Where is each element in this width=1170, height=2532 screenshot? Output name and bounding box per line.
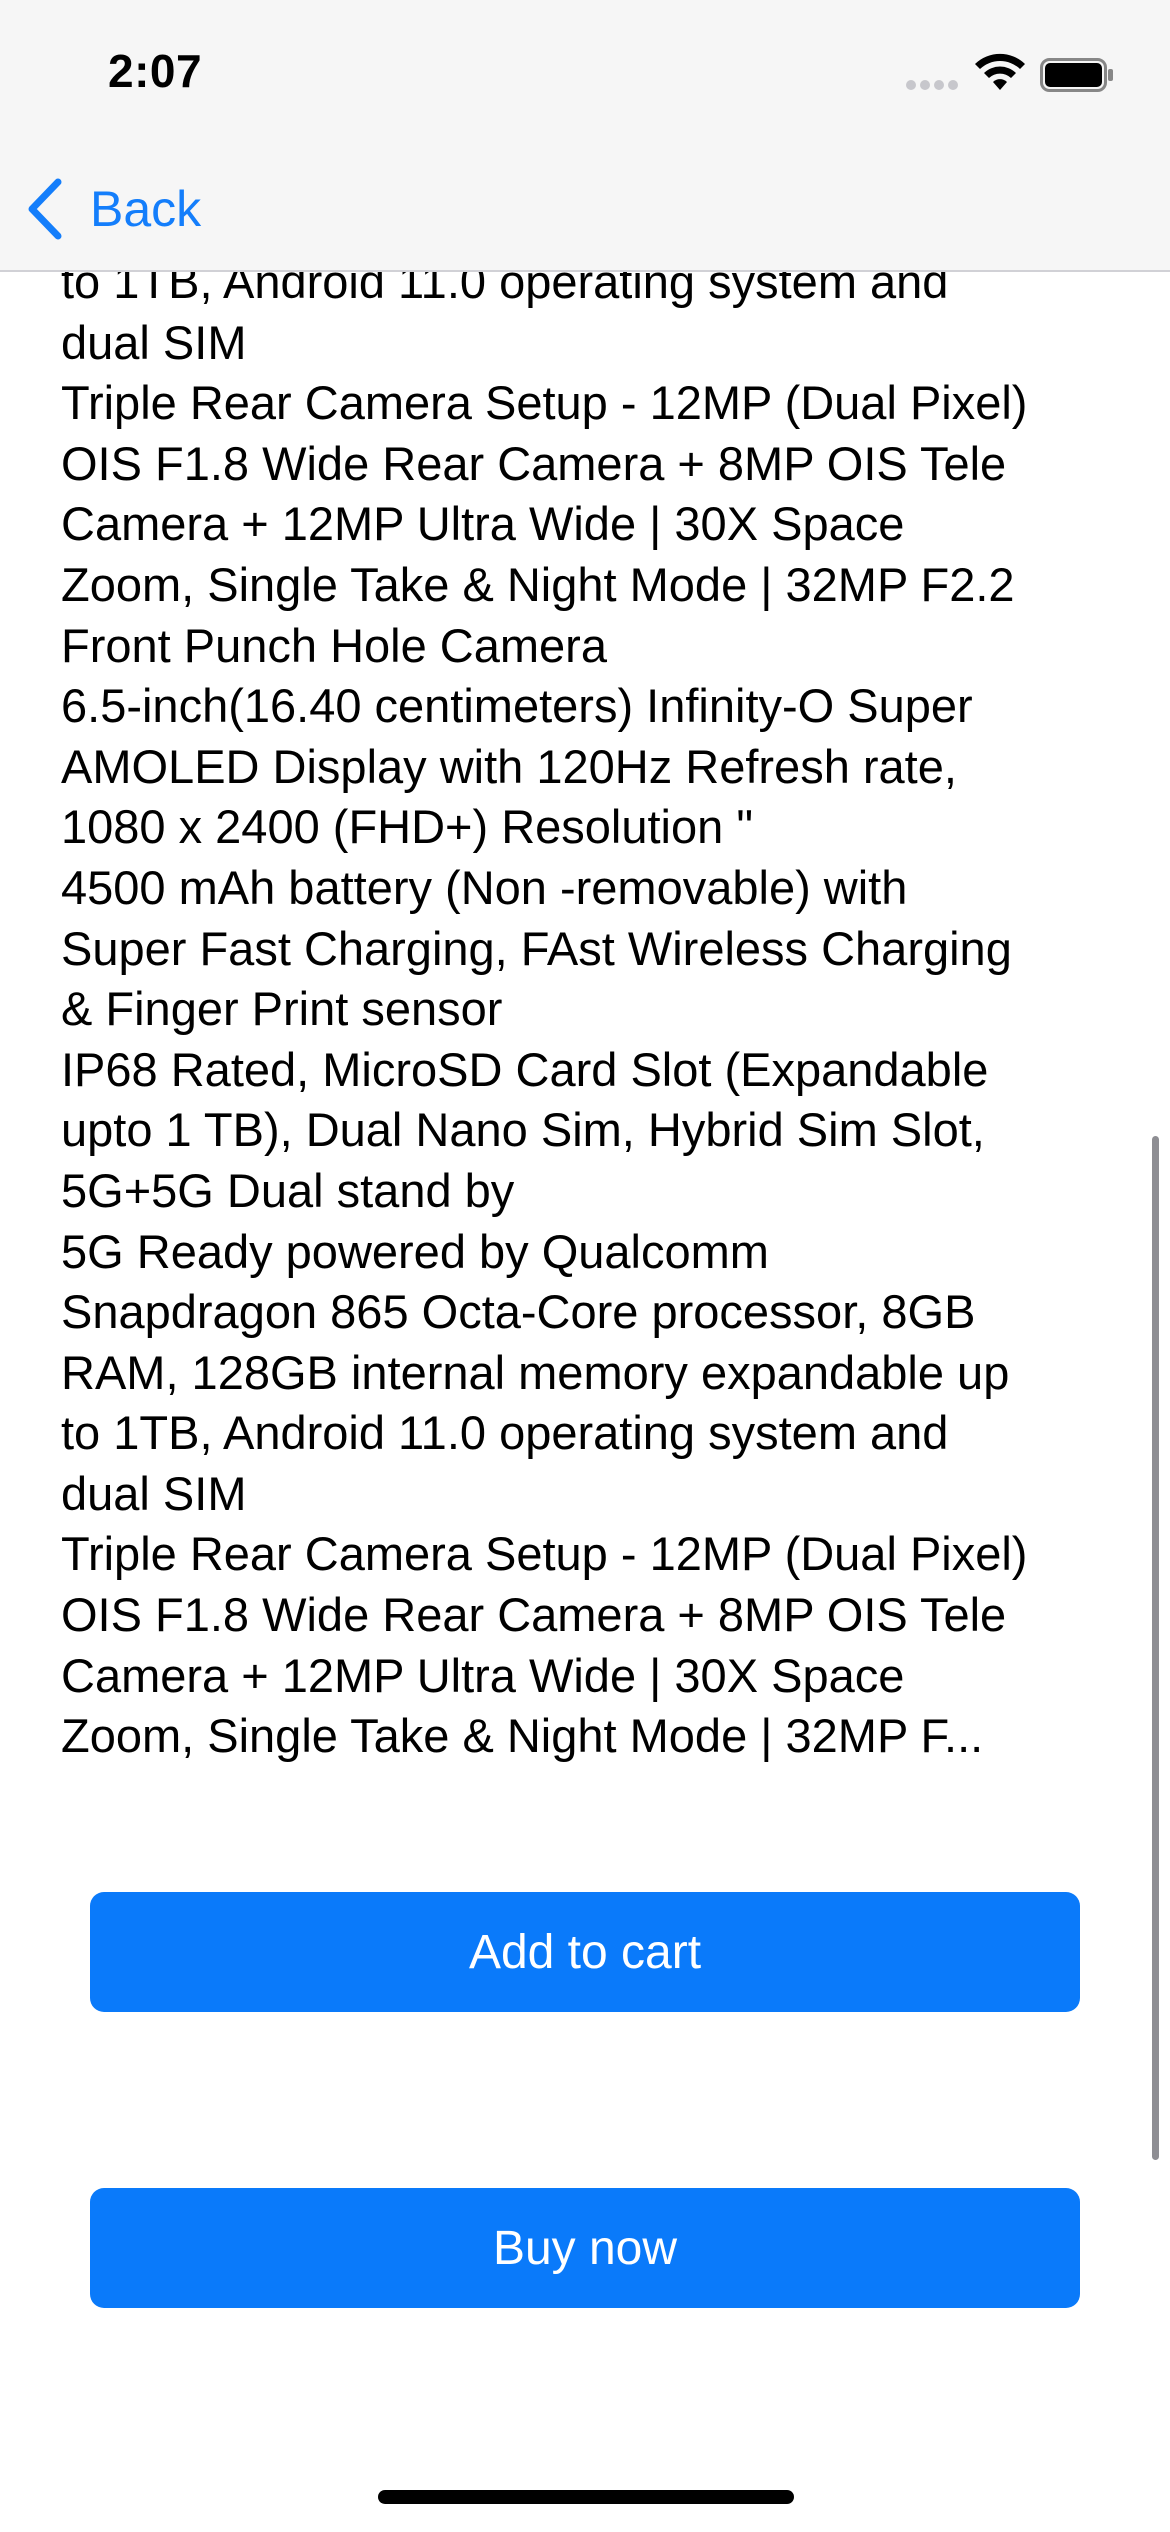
home-indicator[interactable] <box>378 2490 794 2504</box>
description-line: & Finger Print sensor <box>61 982 503 1036</box>
description-line: 1080 x 2400 (FHD+) Resolution " <box>61 800 754 854</box>
battery-icon <box>1040 58 1113 92</box>
description-line: Zoom, Single Take & Night Mode | 32MP F2… <box>61 557 1015 611</box>
description-line: Triple Rear Camera Setup - 12MP (Dual Pi… <box>61 1527 1028 1581</box>
status-bar: 2:07 <box>0 0 1170 132</box>
description-line: Triple Rear Camera Setup - 12MP (Dual Pi… <box>61 376 1028 430</box>
chevron-left-icon <box>28 178 62 240</box>
navigation-bar: Back <box>0 132 1170 272</box>
description-line: 6.5-inch(16.40 centimeters) Infinity-O S… <box>61 679 973 733</box>
description-line: Snapdragon 865 Octa-Core processor, 8GB <box>61 1285 976 1339</box>
description-line: upto 1 TB), Dual Nano Sim, Hybrid Sim Sl… <box>61 1103 985 1157</box>
description-line: AMOLED Display with 120Hz Refresh rate, <box>61 739 957 793</box>
description-line: dual SIM <box>61 315 247 369</box>
description-line: Zoom, Single Take & Night Mode | 32MP F.… <box>61 1709 984 1763</box>
buy-now-button[interactable]: Buy now <box>90 2188 1080 2308</box>
description-line: Front Punch Hole Camera <box>61 618 607 672</box>
product-detail-scroll[interactable]: to 1TB, Android 11.0 operating system an… <box>0 272 1170 2460</box>
description-line: Super Fast Charging, FAst Wireless Charg… <box>61 921 1012 975</box>
description-line: Camera + 12MP Ultra Wide | 30X Space <box>61 497 905 551</box>
add-to-cart-button[interactable]: Add to cart <box>90 1892 1080 2012</box>
cellular-signal-icon <box>906 80 960 90</box>
description-line: IP68 Rated, MicroSD Card Slot (Expandabl… <box>61 1042 989 1096</box>
description-line: Camera + 12MP Ultra Wide | 30X Space <box>61 1648 905 1702</box>
wifi-icon <box>975 53 1025 90</box>
back-label: Back <box>90 181 202 237</box>
description-line: 4500 mAh battery (Non -removable) with <box>61 860 908 914</box>
vertical-scrollbar[interactable] <box>1152 1136 1159 2160</box>
status-time: 2:07 <box>108 45 203 97</box>
description-line: 5G+5G Dual stand by <box>61 1163 515 1217</box>
description-line: to 1TB, Android 11.0 operating system an… <box>61 272 949 308</box>
description-line: to 1TB, Android 11.0 operating system an… <box>61 1406 949 1460</box>
description-line: OIS F1.8 Wide Rear Camera + 8MP OIS Tele <box>61 436 1007 490</box>
description-line: 5G Ready powered by Qualcomm <box>61 1224 769 1278</box>
description-line: OIS F1.8 Wide Rear Camera + 8MP OIS Tele <box>61 1588 1007 1642</box>
description-line: RAM, 128GB internal memory expandable up <box>61 1345 1010 1399</box>
back-button[interactable]: Back <box>26 174 201 244</box>
description-line: dual SIM <box>61 1466 247 1520</box>
product-description: to 1TB, Android 11.0 operating system an… <box>61 272 1121 1767</box>
